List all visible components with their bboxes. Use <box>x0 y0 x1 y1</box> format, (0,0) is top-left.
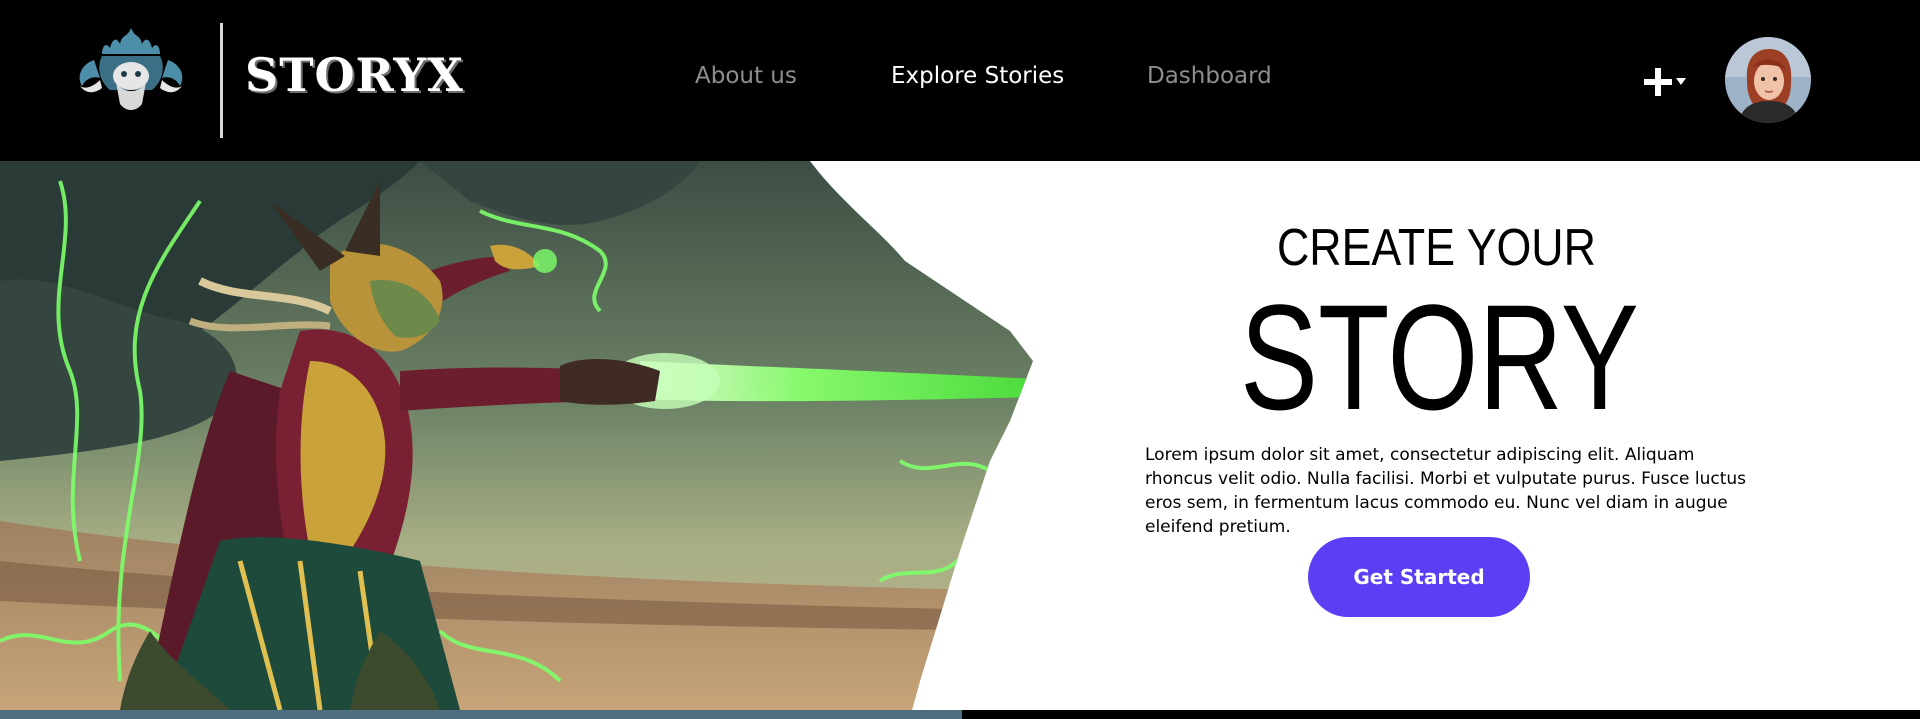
nav-link-about-us[interactable]: About us <box>695 63 797 89</box>
plus-icon <box>1644 68 1672 96</box>
hero-title: STORY <box>1240 273 1639 441</box>
nav-link-explore-stories[interactable]: Explore Stories <box>891 63 1064 89</box>
brand-logo-icon[interactable] <box>72 20 190 120</box>
brand-wordmark[interactable]: STORYX <box>245 52 464 98</box>
user-avatar[interactable] <box>1725 37 1811 123</box>
hero-description: Lorem ipsum dolor sit amet, consectetur … <box>1145 445 1747 537</box>
top-nav-bar: STORYX About us Explore Stories Dashboar… <box>0 0 1920 161</box>
caret-down-icon <box>1676 78 1686 85</box>
get-started-button[interactable]: Get Started <box>1308 537 1530 617</box>
hero-divider-bar-left <box>0 710 962 719</box>
hero-divider-bar-right <box>962 710 1920 719</box>
nav-link-dashboard[interactable]: Dashboard <box>1147 63 1272 89</box>
hero-illustration <box>0 161 1035 710</box>
logo-divider <box>220 23 223 138</box>
create-menu-button[interactable] <box>1640 62 1696 102</box>
hero-eyebrow: CREATE YOUR <box>1277 219 1596 277</box>
